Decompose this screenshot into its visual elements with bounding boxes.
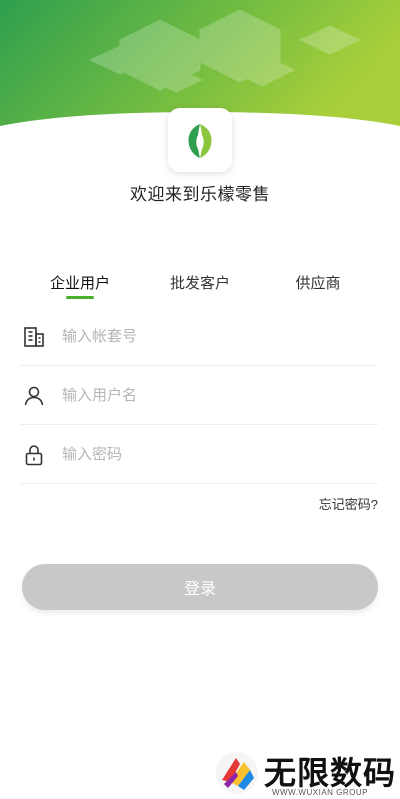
tab-supplier[interactable]: 供应商 xyxy=(258,272,378,293)
account-row xyxy=(20,308,378,366)
tab-enterprise-user[interactable]: 企业用户 xyxy=(20,272,140,293)
account-input[interactable] xyxy=(62,328,352,345)
user-type-tabs: 企业用户 批发客户 供应商 xyxy=(0,272,400,302)
lock-icon xyxy=(20,441,48,469)
forgot-password-link[interactable]: 忘记密码? xyxy=(319,494,378,513)
active-tab-indicator xyxy=(66,296,94,299)
watermark-subtitle: WWW.WUXIAN GROUP xyxy=(272,788,368,797)
leaf-logo-icon xyxy=(188,124,212,158)
password-row xyxy=(20,426,378,484)
login-button[interactable]: 登录 xyxy=(22,564,378,610)
tab-wholesale-customer[interactable]: 批发客户 xyxy=(140,272,260,293)
username-row xyxy=(20,367,378,425)
username-input[interactable] xyxy=(62,387,352,404)
welcome-title: 欢迎来到乐檬零售 xyxy=(130,185,270,204)
user-icon xyxy=(20,382,48,410)
watermark-logo: 无限数码 WWW.WUXIAN GROUP xyxy=(212,748,398,797)
app-logo xyxy=(168,108,232,172)
password-input[interactable] xyxy=(62,446,352,463)
watermark-emblem-icon xyxy=(216,752,258,794)
building-icon xyxy=(20,323,48,351)
